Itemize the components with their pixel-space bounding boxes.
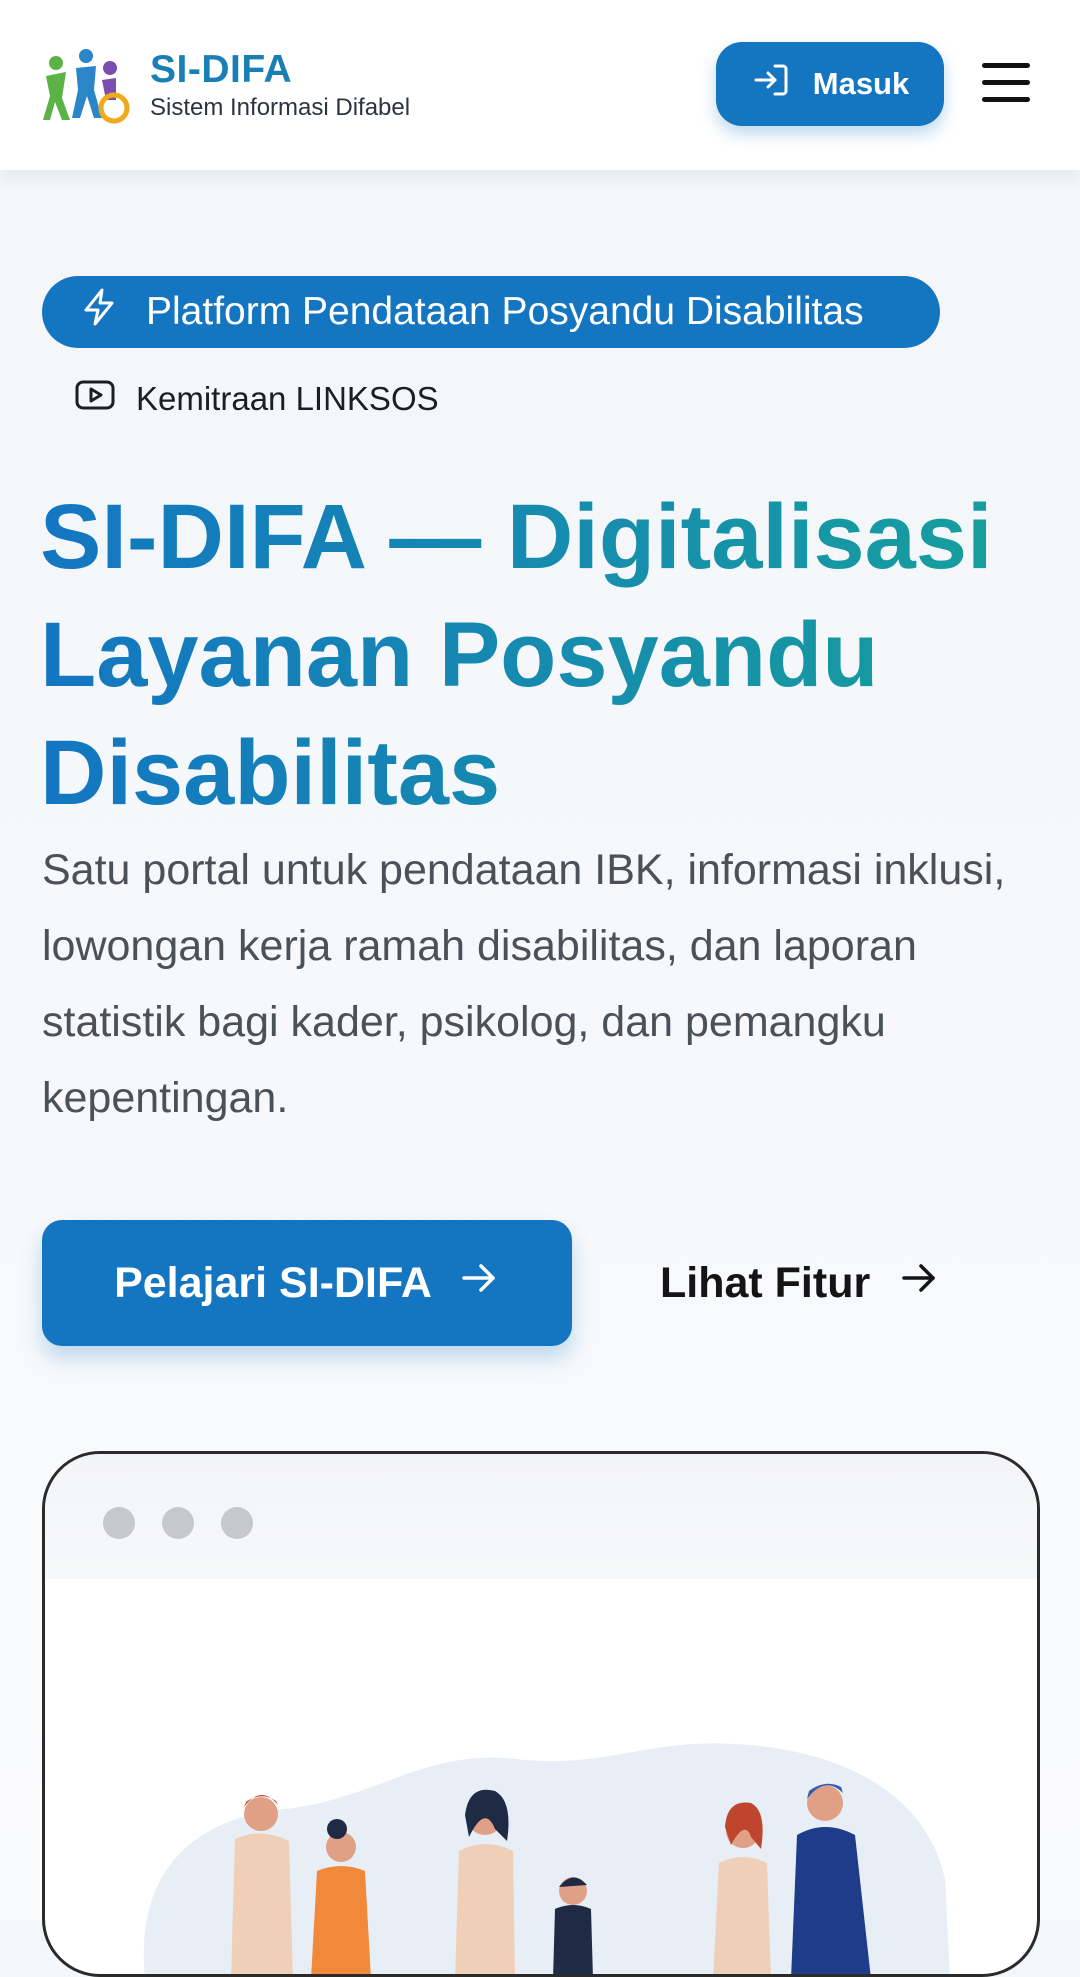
logo-icon[interactable] [40, 46, 130, 124]
window-dot [162, 1507, 194, 1539]
view-features-link[interactable]: Lihat Fitur [660, 1230, 940, 1336]
hero-title: SI-DIFA — Digitalisasi Layanan Posyandu … [40, 478, 1050, 832]
lightning-icon [42, 286, 146, 338]
arrow-right-icon [458, 1257, 500, 1310]
window-dot [221, 1507, 253, 1539]
partner-label: Kemitraan LINKSOS [74, 378, 439, 420]
brand-name: SI-DIFA [150, 48, 293, 91]
platform-badge: Platform Pendataan Posyandu Disabilitas [42, 276, 940, 348]
window-dot [103, 1507, 135, 1539]
video-play-icon [74, 378, 136, 420]
navbar: SI-DIFA Sistem Informasi Difabel Masuk [0, 0, 1080, 170]
window-bar [45, 1454, 1037, 1579]
hero-description: Satu portal untuk pendataan IBK, informa… [42, 846, 1006, 1122]
login-button[interactable]: Masuk [716, 42, 944, 126]
login-icon [751, 60, 791, 108]
menu-icon[interactable] [980, 60, 1034, 106]
learn-more-label: Pelajari SI-DIFA [114, 1258, 432, 1307]
login-label: Masuk [812, 66, 910, 101]
partner-text: Kemitraan LINKSOS [136, 380, 439, 417]
brand-subtitle: Sistem Informasi Difabel [150, 94, 411, 121]
badge-text: Platform Pendataan Posyandu Disabilitas [146, 290, 864, 333]
learn-more-button[interactable]: Pelajari SI-DIFA [42, 1220, 572, 1346]
view-features-label: Lihat Fitur [660, 1258, 871, 1307]
community-illustration [143, 1743, 950, 1974]
preview-card [42, 1451, 1040, 1977]
arrow-right-icon [898, 1257, 940, 1310]
